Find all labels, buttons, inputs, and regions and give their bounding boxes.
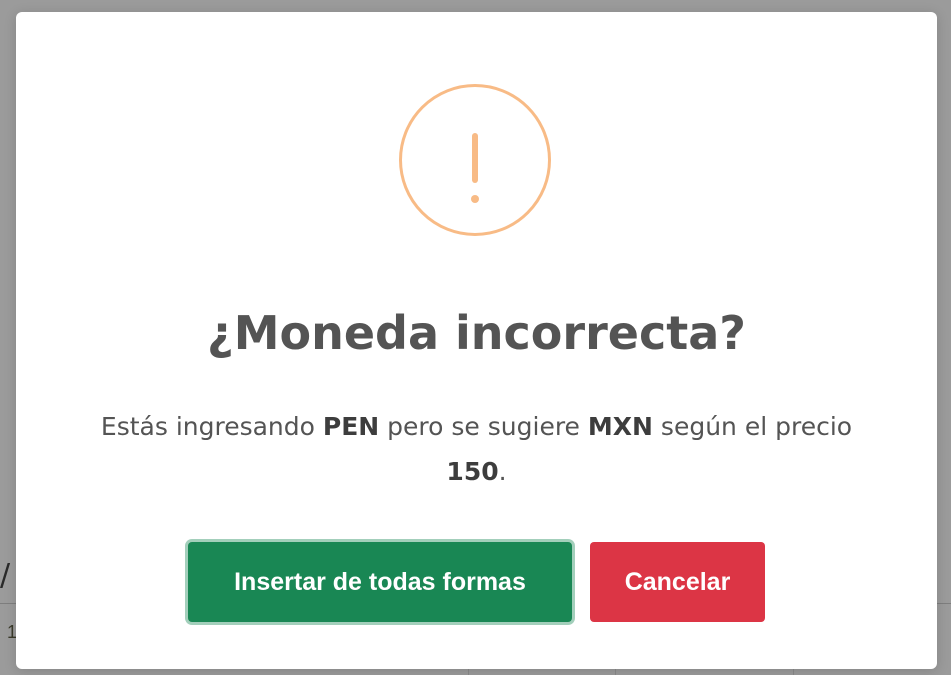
background-text-fragment: /	[0, 558, 11, 593]
exclamation-dot	[471, 195, 479, 203]
cancel-button[interactable]: Cancelar	[590, 542, 765, 622]
warning-exclamation-icon	[399, 84, 551, 236]
message-text: pero se sugiere	[379, 412, 588, 441]
exclamation-bar	[472, 133, 478, 183]
insert-anyway-button[interactable]: Insertar de todas formas	[188, 542, 572, 622]
alert-dialog: ¿Moneda incorrecta? Estás ingresando PEN…	[16, 12, 937, 669]
suggested-currency: MXN	[587, 412, 653, 441]
price-value: 150	[446, 457, 499, 486]
dialog-title: ¿Moneda incorrecta?	[207, 306, 746, 360]
dialog-message: Estás ingresando PEN pero se sugiere MXN…	[86, 404, 867, 494]
message-text: .	[498, 457, 507, 486]
message-text: según el precio	[652, 412, 853, 441]
message-text: Estás ingresando	[100, 412, 323, 441]
entered-currency: PEN	[322, 412, 380, 441]
